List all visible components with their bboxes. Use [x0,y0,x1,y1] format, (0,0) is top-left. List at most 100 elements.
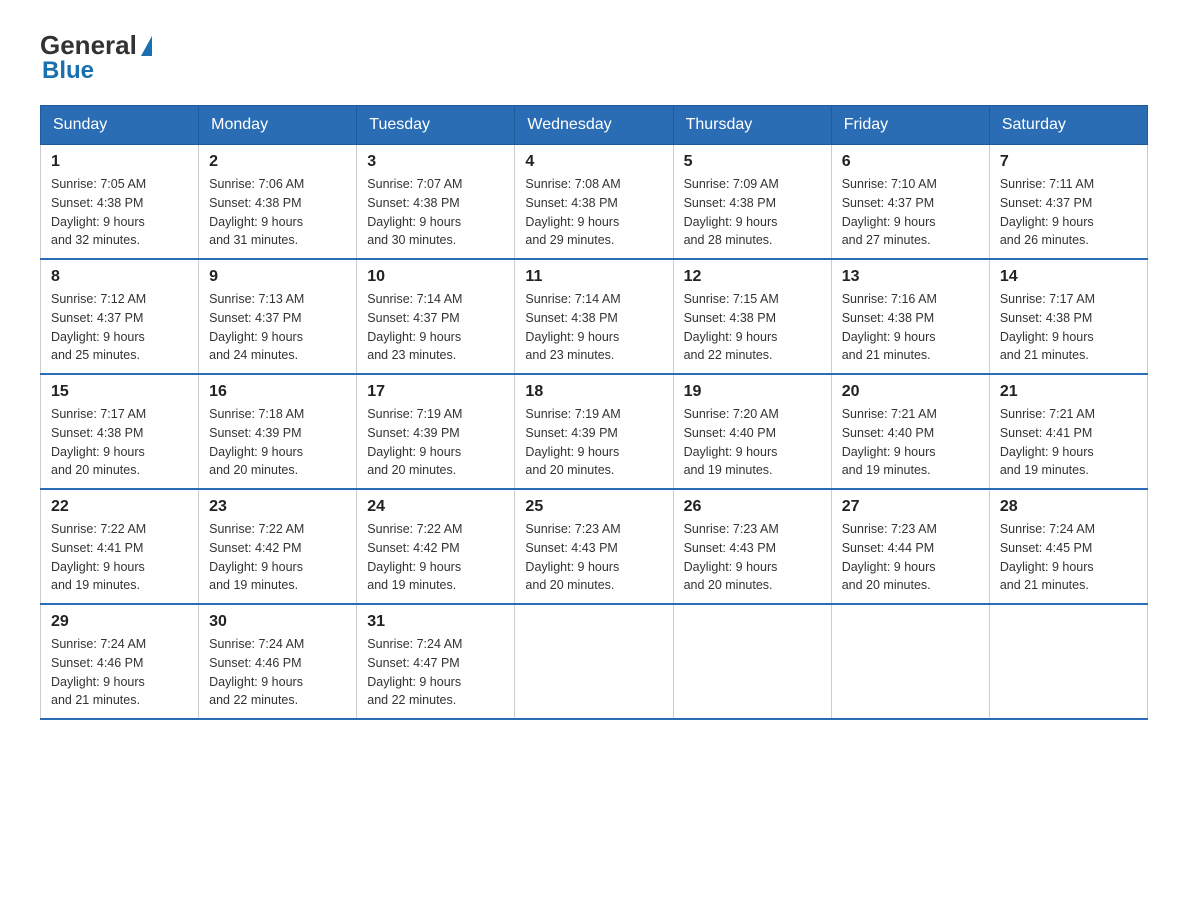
logo-blue-text: Blue [42,57,94,85]
calendar-cell: 16 Sunrise: 7:18 AMSunset: 4:39 PMDayligh… [199,374,357,489]
calendar-cell: 2 Sunrise: 7:06 AMSunset: 4:38 PMDaylight… [199,145,357,260]
calendar-cell: 11 Sunrise: 7:14 AMSunset: 4:38 PMDayligh… [515,259,673,374]
day-info: Sunrise: 7:19 AMSunset: 4:39 PMDaylight:… [525,405,662,480]
day-of-week-header: Tuesday [357,106,515,145]
day-number: 24 [367,498,504,516]
calendar-cell: 19 Sunrise: 7:20 AMSunset: 4:40 PMDayligh… [673,374,831,489]
calendar-cell: 29 Sunrise: 7:24 AMSunset: 4:46 PMDayligh… [41,604,199,719]
day-of-week-header: Sunday [41,106,199,145]
day-info: Sunrise: 7:17 AMSunset: 4:38 PMDaylight:… [51,405,188,480]
day-number: 9 [209,268,346,286]
day-number: 21 [1000,383,1137,401]
calendar-cell: 13 Sunrise: 7:16 AMSunset: 4:38 PMDayligh… [831,259,989,374]
day-info: Sunrise: 7:17 AMSunset: 4:38 PMDaylight:… [1000,290,1137,365]
day-info: Sunrise: 7:21 AMSunset: 4:40 PMDaylight:… [842,405,979,480]
day-number: 20 [842,383,979,401]
day-number: 2 [209,153,346,171]
day-info: Sunrise: 7:08 AMSunset: 4:38 PMDaylight:… [525,175,662,250]
day-info: Sunrise: 7:24 AMSunset: 4:46 PMDaylight:… [51,635,188,710]
calendar-cell: 24 Sunrise: 7:22 AMSunset: 4:42 PMDayligh… [357,489,515,604]
day-info: Sunrise: 7:10 AMSunset: 4:37 PMDaylight:… [842,175,979,250]
day-number: 13 [842,268,979,286]
day-info: Sunrise: 7:09 AMSunset: 4:38 PMDaylight:… [684,175,821,250]
calendar-cell: 21Sunrise: 7:21 AMSunset: 4:41 PMDayligh… [989,374,1147,489]
day-info: Sunrise: 7:19 AMSunset: 4:39 PMDaylight:… [367,405,504,480]
day-number: 16 [209,383,346,401]
calendar-cell: 9 Sunrise: 7:13 AMSunset: 4:37 PMDaylight… [199,259,357,374]
day-number: 30 [209,613,346,631]
day-info: Sunrise: 7:23 AMSunset: 4:43 PMDaylight:… [684,520,821,595]
day-number: 10 [367,268,504,286]
calendar-cell: 12 Sunrise: 7:15 AMSunset: 4:38 PMDayligh… [673,259,831,374]
day-number: 8 [51,268,188,286]
calendar-week-row: 29 Sunrise: 7:24 AMSunset: 4:46 PMDayligh… [41,604,1148,719]
logo-triangle-icon [141,36,152,56]
days-of-week-row: SundayMondayTuesdayWednesdayThursdayFrid… [41,106,1148,145]
day-number: 15 [51,383,188,401]
day-of-week-header: Saturday [989,106,1147,145]
calendar-cell: 27Sunrise: 7:23 AMSunset: 4:44 PMDayligh… [831,489,989,604]
calendar-header: SundayMondayTuesdayWednesdayThursdayFrid… [41,106,1148,145]
calendar-cell [989,604,1147,719]
day-info: Sunrise: 7:22 AMSunset: 4:41 PMDaylight:… [51,520,188,595]
calendar-cell [515,604,673,719]
calendar-cell: 14 Sunrise: 7:17 AMSunset: 4:38 PMDayligh… [989,259,1147,374]
calendar-cell: 6 Sunrise: 7:10 AMSunset: 4:37 PMDaylight… [831,145,989,260]
day-number: 1 [51,153,188,171]
day-number: 23 [209,498,346,516]
day-number: 12 [684,268,821,286]
day-number: 5 [684,153,821,171]
day-number: 25 [525,498,662,516]
calendar-cell: 1Sunrise: 7:05 AMSunset: 4:38 PMDaylight… [41,145,199,260]
day-of-week-header: Wednesday [515,106,673,145]
calendar-cell: 22 Sunrise: 7:22 AMSunset: 4:41 PMDayligh… [41,489,199,604]
calendar-cell: 7 Sunrise: 7:11 AMSunset: 4:37 PMDaylight… [989,145,1147,260]
calendar-cell: 31Sunrise: 7:24 AMSunset: 4:47 PMDayligh… [357,604,515,719]
calendar-cell: 30 Sunrise: 7:24 AMSunset: 4:46 PMDayligh… [199,604,357,719]
calendar-cell: 28 Sunrise: 7:24 AMSunset: 4:45 PMDayligh… [989,489,1147,604]
day-number: 26 [684,498,821,516]
calendar-week-row: 22 Sunrise: 7:22 AMSunset: 4:41 PMDayligh… [41,489,1148,604]
day-info: Sunrise: 7:11 AMSunset: 4:37 PMDaylight:… [1000,175,1137,250]
day-info: Sunrise: 7:24 AMSunset: 4:46 PMDaylight:… [209,635,346,710]
day-number: 28 [1000,498,1137,516]
day-of-week-header: Thursday [673,106,831,145]
calendar-week-row: 1Sunrise: 7:05 AMSunset: 4:38 PMDaylight… [41,145,1148,260]
day-number: 19 [684,383,821,401]
day-info: Sunrise: 7:16 AMSunset: 4:38 PMDaylight:… [842,290,979,365]
day-of-week-header: Monday [199,106,357,145]
day-number: 29 [51,613,188,631]
logo: General Blue [40,30,152,85]
day-number: 7 [1000,153,1137,171]
calendar-week-row: 8 Sunrise: 7:12 AMSunset: 4:37 PMDaylight… [41,259,1148,374]
day-number: 22 [51,498,188,516]
day-number: 17 [367,383,504,401]
day-info: Sunrise: 7:12 AMSunset: 4:37 PMDaylight:… [51,290,188,365]
day-of-week-header: Friday [831,106,989,145]
calendar-cell: 17 Sunrise: 7:19 AMSunset: 4:39 PMDayligh… [357,374,515,489]
day-info: Sunrise: 7:14 AMSunset: 4:37 PMDaylight:… [367,290,504,365]
day-info: Sunrise: 7:14 AMSunset: 4:38 PMDaylight:… [525,290,662,365]
day-number: 11 [525,268,662,286]
calendar-cell [831,604,989,719]
day-info: Sunrise: 7:20 AMSunset: 4:40 PMDaylight:… [684,405,821,480]
day-info: Sunrise: 7:18 AMSunset: 4:39 PMDaylight:… [209,405,346,480]
calendar-cell: 25Sunrise: 7:23 AMSunset: 4:43 PMDayligh… [515,489,673,604]
day-info: Sunrise: 7:24 AMSunset: 4:45 PMDaylight:… [1000,520,1137,595]
calendar-cell [673,604,831,719]
day-info: Sunrise: 7:06 AMSunset: 4:38 PMDaylight:… [209,175,346,250]
calendar-cell: 5 Sunrise: 7:09 AMSunset: 4:38 PMDaylight… [673,145,831,260]
day-info: Sunrise: 7:22 AMSunset: 4:42 PMDaylight:… [367,520,504,595]
day-info: Sunrise: 7:13 AMSunset: 4:37 PMDaylight:… [209,290,346,365]
day-number: 31 [367,613,504,631]
day-number: 4 [525,153,662,171]
calendar-cell: 23Sunrise: 7:22 AMSunset: 4:42 PMDayligh… [199,489,357,604]
day-number: 27 [842,498,979,516]
calendar-table: SundayMondayTuesdayWednesdayThursdayFrid… [40,105,1148,720]
day-number: 6 [842,153,979,171]
calendar-cell: 18Sunrise: 7:19 AMSunset: 4:39 PMDayligh… [515,374,673,489]
day-info: Sunrise: 7:15 AMSunset: 4:38 PMDaylight:… [684,290,821,365]
day-number: 14 [1000,268,1137,286]
calendar-cell: 8 Sunrise: 7:12 AMSunset: 4:37 PMDaylight… [41,259,199,374]
calendar-cell: 20 Sunrise: 7:21 AMSunset: 4:40 PMDayligh… [831,374,989,489]
